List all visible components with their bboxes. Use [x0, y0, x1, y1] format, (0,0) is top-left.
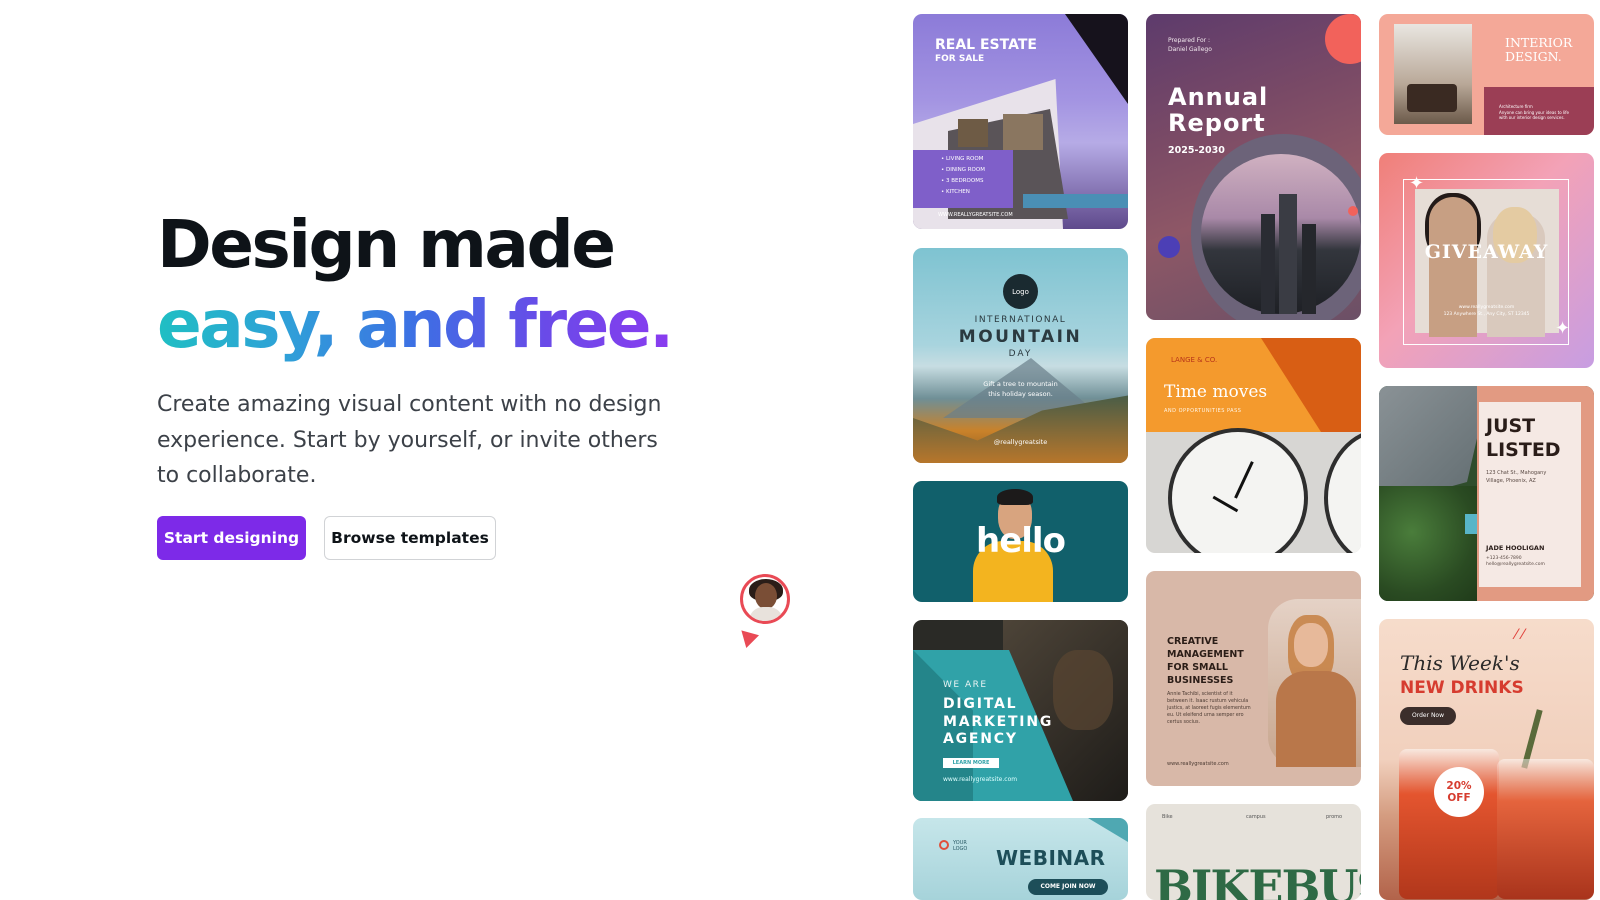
- template-title: MOUNTAIN: [958, 327, 1083, 347]
- browse-templates-button[interactable]: Browse templates: [324, 516, 496, 560]
- start-designing-button[interactable]: Start designing: [157, 516, 306, 560]
- headline-line-1: Design made: [157, 206, 616, 283]
- template-hello[interactable]: hello: [913, 481, 1128, 602]
- decor-circle: [1325, 14, 1361, 64]
- template-title: JUST LISTED: [1486, 415, 1561, 461]
- decor-dot: [1348, 206, 1358, 216]
- house-window: [958, 119, 988, 147]
- agent-name: JADE HOOLIGAN: [1486, 544, 1545, 552]
- template-title: REAL ESTATE: [935, 37, 1037, 53]
- header-right: promo: [1326, 814, 1343, 820]
- template-subtitle: FOR SALE: [935, 54, 985, 64]
- template-mountain-day[interactable]: Logo INTERNATIONAL MOUNTAIN DAY Gift a t…: [913, 248, 1128, 463]
- template-creative-management[interactable]: CREATIVE MANAGEMENT FOR SMALL BUSINESSES…: [1146, 571, 1361, 786]
- template-url: WWW.REALLYGREATSITE.COM: [938, 212, 1013, 218]
- template-cta: LEARN MORE: [943, 758, 999, 768]
- template-subtitle: AND OPPORTUNITIES PASS: [1164, 408, 1242, 414]
- house-window: [1003, 114, 1043, 150]
- hero: Design made easy, and free. Create amazi…: [157, 205, 677, 494]
- template-pretitle: WE ARE: [943, 680, 988, 690]
- template-title: CREATIVE MANAGEMENT FOR SMALL BUSINESSES: [1167, 636, 1244, 686]
- skyscraper: [1279, 194, 1297, 314]
- person-coat: [1276, 671, 1356, 767]
- template-details: www.reallygreatsite.com 123 Anywhere St.…: [1443, 305, 1530, 317]
- clock-icon: [1324, 428, 1361, 553]
- logo-badge: Logo: [1003, 274, 1038, 309]
- discount-badge: 20% OFF: [1434, 767, 1484, 817]
- header-center: campus: [1246, 814, 1266, 820]
- template-url: www.reallygreatsite.com: [1167, 761, 1229, 767]
- template-title: BIKEBUSALE: [1154, 860, 1361, 900]
- drink-glass: [1497, 759, 1594, 899]
- decor-dot: [1158, 236, 1180, 258]
- avatar-body: [749, 607, 783, 621]
- template-title: Time moves: [1164, 382, 1268, 402]
- template-url: www.reallygreatsite.com: [943, 776, 1018, 783]
- collaborator-avatar: [740, 574, 792, 626]
- trees: [1379, 486, 1489, 601]
- hero-actions: Start designing Browse templates: [157, 516, 496, 560]
- template-title: This Week's: [1400, 651, 1520, 675]
- template-line-3: DAY: [1008, 349, 1033, 359]
- decor-corner: [1088, 818, 1128, 842]
- template-time-moves[interactable]: LANGE & CO. Time moves AND OPPORTUNITIES…: [1146, 338, 1361, 553]
- logo-icon: [939, 840, 949, 850]
- sparkle-icon: ✦: [1409, 173, 1425, 194]
- template-subtitle: NEW DRINKS: [1400, 678, 1524, 698]
- chair: [1407, 84, 1457, 112]
- template-tagline: Gift a tree to mountain this holiday sea…: [983, 380, 1058, 398]
- hero-subtitle: Create amazing visual content with no de…: [157, 392, 662, 488]
- template-new-drinks[interactable]: ⁄ ⁄ This Week's NEW DRINKS Order Now 20%…: [1379, 619, 1594, 900]
- template-digital-marketing[interactable]: WE ARE DIGITAL MARKETING AGENCY LEARN MO…: [913, 620, 1128, 801]
- pool: [1023, 194, 1128, 208]
- person-silhouette: [1053, 650, 1113, 730]
- template-real-estate[interactable]: REAL ESTATE FOR SALE • LIVING ROOM • DIN…: [913, 14, 1128, 229]
- template-prepared-for: Prepared For : Daniel Gallego: [1168, 37, 1212, 53]
- person-hair: [997, 489, 1033, 505]
- features-list: • LIVING ROOM • DINING ROOM • 3 BEDROOMS…: [941, 156, 985, 195]
- template-brand: LANGE & CO.: [1171, 356, 1218, 364]
- template-title: GIVEAWAY: [1424, 241, 1549, 263]
- template-title: hello: [976, 521, 1066, 561]
- agent-contact: +123-456-7890 hello@reallygreatsite.com: [1486, 556, 1545, 567]
- template-interior-design[interactable]: INTERIOR DESIGN. Architecture firm Anyon…: [1379, 14, 1594, 135]
- template-years: 2025-2030: [1168, 145, 1225, 156]
- template-address: 123 Chat St., Mahogany Village, Phoenix,…: [1486, 470, 1547, 484]
- template-body: Architecture firm Anyone can bring your …: [1499, 104, 1570, 120]
- template-title: DIGITAL MARKETING AGENCY: [943, 696, 1054, 747]
- sparkle-icon: ✦: [1555, 318, 1571, 339]
- person-face: [1294, 623, 1328, 667]
- template-cta: Order Now: [1400, 707, 1456, 725]
- template-title: INTERIOR DESIGN.: [1505, 35, 1573, 64]
- template-giveaway[interactable]: ✦ ✦ GIVEAWAY www.reallygreatsite.com 123…: [1379, 153, 1594, 368]
- template-just-listed[interactable]: JUST LISTED 123 Chat St., Mahogany Villa…: [1379, 386, 1594, 601]
- skyscraper: [1302, 224, 1316, 314]
- burst-icon: ⁄ ⁄: [1515, 627, 1525, 643]
- template-webinar[interactable]: YOUR LOGO WEBINAR COME JOIN NOW: [913, 818, 1128, 900]
- template-handle: @reallygreatsite: [993, 438, 1048, 446]
- template-line-1: INTERNATIONAL: [974, 315, 1067, 325]
- avatar-face: [755, 583, 777, 609]
- template-body: Annie Tachibi, scientist of it between i…: [1167, 692, 1251, 725]
- logo-text: YOUR LOGO: [953, 840, 968, 852]
- template-title: WEBINAR: [996, 846, 1106, 870]
- skyscraper: [1261, 214, 1275, 314]
- headline-line-2: easy, and free.: [157, 285, 677, 365]
- avatar-ring: [740, 574, 790, 624]
- template-bike-sale[interactable]: Bike campus promo BIKEBUSALE: [1146, 804, 1361, 900]
- template-cta: COME JOIN NOW: [1028, 879, 1108, 895]
- template-annual-report[interactable]: Prepared For : Daniel Gallego Annual Rep…: [1146, 14, 1361, 320]
- header-left: Bike: [1162, 814, 1173, 820]
- template-title: Annual Report: [1168, 83, 1269, 137]
- collaborator-cursor-icon: [734, 623, 760, 649]
